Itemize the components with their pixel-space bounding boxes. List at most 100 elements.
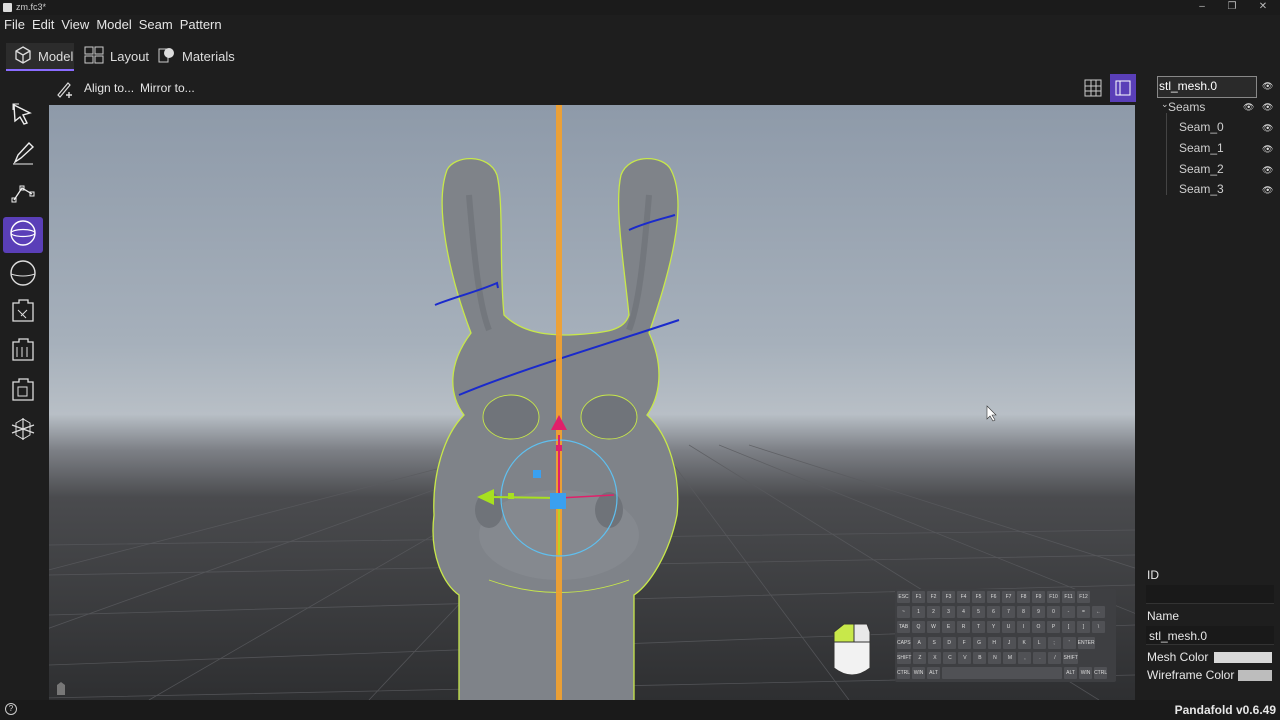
keyboard-key[interactable]: F7	[1002, 591, 1015, 603]
visibility-eye-icon[interactable]: 👁	[1243, 102, 1254, 113]
help-icon[interactable]: ?	[5, 703, 17, 715]
keyboard-key[interactable]: \	[1092, 621, 1105, 633]
keyboard-key[interactable]: E	[942, 621, 955, 633]
minimize-icon[interactable]: –	[1192, 1, 1212, 12]
keyboard-key[interactable]: K	[1017, 637, 1031, 649]
keyboard-key[interactable]: G	[972, 637, 986, 649]
keyboard-key[interactable]: A	[912, 637, 926, 649]
keyboard-key[interactable]: Q	[912, 621, 925, 633]
keyboard-key[interactable]: 9	[1032, 606, 1045, 618]
keyboard-key[interactable]: F6	[987, 591, 1000, 603]
keyboard-key[interactable]: F1	[912, 591, 925, 603]
keyboard-key[interactable]: F5	[972, 591, 985, 603]
select-tool[interactable]	[3, 98, 43, 134]
tree-seam-item[interactable]: Seam_1	[1179, 141, 1224, 155]
keyboard-key[interactable]: SHIFT	[897, 652, 912, 664]
keyboard-key[interactable]: ,	[1018, 652, 1032, 664]
keyboard-key[interactable]: ALT	[927, 667, 941, 679]
menu-view[interactable]: View	[57, 15, 92, 32]
mesh-color-swatch[interactable]	[1214, 652, 1272, 663]
keyboard-key[interactable]: B	[973, 652, 987, 664]
keyboard-key[interactable]: F12	[1077, 591, 1090, 603]
keyboard-key[interactable]: .	[1033, 652, 1047, 664]
menu-seam[interactable]: Seam	[135, 15, 176, 32]
keyboard-key[interactable]: CAPS	[897, 637, 911, 649]
align-to-button[interactable]: Align to...	[84, 81, 134, 95]
sphere-seam-tool[interactable]	[3, 217, 43, 253]
wireframe-view-icon[interactable]	[1084, 79, 1102, 102]
keyboard-key[interactable]: ;	[1047, 637, 1061, 649]
tab-layout[interactable]: Layout	[76, 43, 149, 69]
path-edit-tool[interactable]	[3, 177, 43, 213]
visibility-eye-icon[interactable]: 👁	[1262, 144, 1273, 155]
keyboard-key[interactable]: F	[957, 637, 971, 649]
keyboard-key[interactable]: WIN	[1079, 667, 1093, 679]
keyboard-key[interactable]: F3	[942, 591, 955, 603]
view-cube-icon[interactable]	[829, 620, 875, 691]
close-icon[interactable]: ✕	[1253, 1, 1273, 12]
keyboard-key[interactable]: R	[957, 621, 970, 633]
keyboard-key[interactable]: L	[1032, 637, 1046, 649]
menu-file[interactable]: File	[0, 15, 28, 32]
keyboard-key[interactable]: ESC	[897, 591, 910, 603]
mirror-to-button[interactable]: Mirror to...	[140, 81, 195, 95]
keyboard-key[interactable]: CTRL	[897, 667, 911, 679]
keyboard-key[interactable]: Y	[987, 621, 1000, 633]
keyboard-key[interactable]: C	[943, 652, 957, 664]
keyboard-key[interactable]: S	[927, 637, 941, 649]
visibility-eye-icon[interactable]: 👁	[1262, 81, 1273, 92]
onscreen-keyboard[interactable]: ESC F1 F2 F3 F4 F5 F6 F7 F8 F9 F10 F11 F12 ~1 2 3 4 5 6 7 8…	[895, 589, 1116, 682]
keyboard-key[interactable]: ←	[1092, 606, 1105, 618]
keyboard-key[interactable]: N	[988, 652, 1002, 664]
keyboard-key[interactable]: 0	[1047, 606, 1060, 618]
keyboard-key[interactable]: J	[1002, 637, 1016, 649]
keyboard-key[interactable]: W	[927, 621, 940, 633]
keyboard-key[interactable]: F10	[1047, 591, 1060, 603]
keyboard-key[interactable]: CTRL	[1094, 667, 1108, 679]
viewport-3d[interactable]: ESC F1 F2 F3 F4 F5 F6 F7 F8 F9 F10 F11 F12 ~1 2 3 4 5 6 7 8…	[49, 105, 1135, 700]
keyboard-key[interactable]: Z	[913, 652, 927, 664]
keyboard-key[interactable]: ]	[1077, 621, 1090, 633]
wireframe-color-swatch[interactable]	[1238, 670, 1272, 681]
keyboard-key[interactable]: M	[1003, 652, 1017, 664]
keyboard-key[interactable]	[942, 667, 1063, 679]
sphere-tool[interactable]	[3, 257, 43, 293]
keyboard-key[interactable]: 6	[987, 606, 1000, 618]
keyboard-key[interactable]: O	[1032, 621, 1045, 633]
keyboard-key[interactable]: P	[1047, 621, 1060, 633]
pattern-tool-a[interactable]	[3, 295, 43, 331]
pattern-tool-b[interactable]	[3, 334, 43, 370]
transform-tool[interactable]	[3, 413, 43, 449]
keyboard-key[interactable]: U	[1002, 621, 1015, 633]
keyboard-key[interactable]: WIN	[912, 667, 926, 679]
keyboard-key[interactable]: F11	[1062, 591, 1075, 603]
pattern-tool-c[interactable]	[3, 374, 43, 410]
keyboard-key[interactable]: 1	[912, 606, 925, 618]
id-field[interactable]	[1146, 585, 1274, 604]
keyboard-key[interactable]: -	[1062, 606, 1075, 618]
pen-tool[interactable]	[3, 137, 43, 173]
keyboard-key[interactable]: 3	[942, 606, 955, 618]
tree-seams-group[interactable]: Seams	[1168, 100, 1205, 114]
keyboard-key[interactable]: '	[1062, 637, 1076, 649]
keyboard-key[interactable]: ~	[897, 606, 910, 618]
keyboard-key[interactable]: F8	[1017, 591, 1030, 603]
tree-seam-item[interactable]: Seam_3	[1179, 182, 1224, 196]
menu-model[interactable]: Model	[92, 15, 134, 32]
keyboard-key[interactable]: I	[1017, 621, 1030, 633]
tree-seam-item[interactable]: Seam_2	[1179, 162, 1224, 176]
keyboard-key[interactable]: F9	[1032, 591, 1045, 603]
keyboard-key[interactable]: 2	[927, 606, 940, 618]
keyboard-key[interactable]: ENTER	[1077, 637, 1095, 649]
keyboard-key[interactable]: F2	[927, 591, 940, 603]
visibility-eye-icon[interactable]: 👁	[1262, 165, 1273, 176]
keyboard-key[interactable]: TAB	[897, 621, 910, 633]
panel-toggle-icon[interactable]	[1110, 74, 1136, 102]
visibility-eye-icon[interactable]: 👁	[1262, 123, 1273, 134]
keyboard-key[interactable]: 8	[1017, 606, 1030, 618]
keyboard-key[interactable]: /	[1048, 652, 1062, 664]
keyboard-key[interactable]: ALT	[1064, 667, 1078, 679]
keyboard-key[interactable]: F4	[957, 591, 970, 603]
menu-edit[interactable]: Edit	[28, 15, 57, 32]
keyboard-key[interactable]: T	[972, 621, 985, 633]
